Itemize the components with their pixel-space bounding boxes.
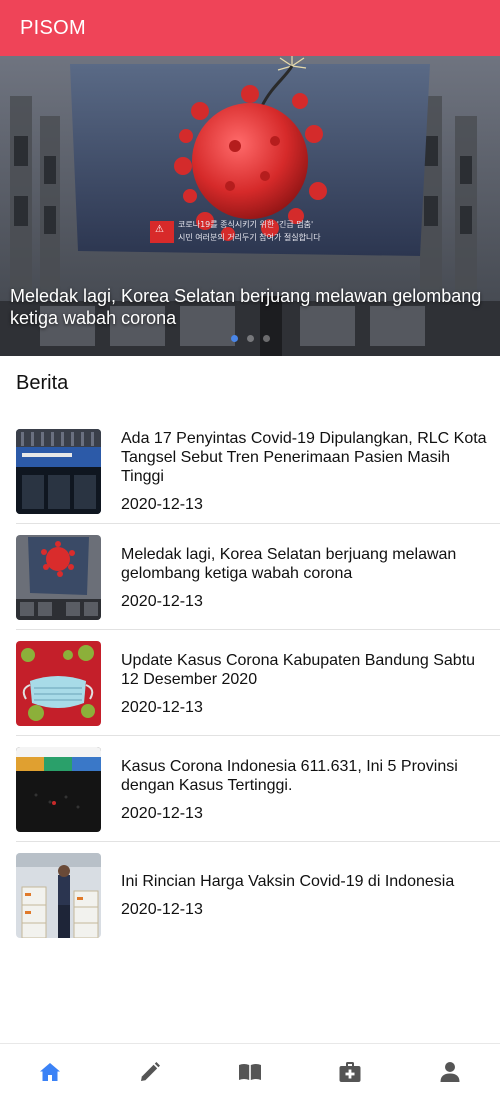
news-date: 2020-12-13 — [121, 496, 203, 513]
news-title[interactable]: Kasus Corona Indonesia 611.631, Ini 5 Pr… — [121, 757, 491, 795]
nav-health[interactable] — [300, 1044, 400, 1100]
carousel-dot[interactable] — [262, 335, 270, 342]
news-item[interactable]: Ini Rincian Harga Vaksin Covid-19 di Ind… — [16, 842, 500, 948]
nav-write[interactable] — [100, 1044, 200, 1100]
carousel-dot[interactable] — [230, 335, 238, 342]
news-date: 2020-12-13 — [121, 592, 203, 610]
hero-carousel[interactable]: ⚠ 코로나19를 종식시키기 위한 '긴급 멈춤' 시민 여러분의 거리두기 참… — [0, 56, 500, 356]
news-list: Ada 17 Penyintas Covid-19 Dipulangkan, R… — [0, 418, 500, 948]
pencil-icon — [141, 1062, 160, 1081]
news-thumbnail — [16, 429, 101, 514]
user-icon — [440, 1062, 460, 1082]
news-title[interactable]: Meledak lagi, Korea Selatan berjuang mel… — [121, 545, 491, 583]
book-icon — [239, 1064, 261, 1080]
app-title: PISOM — [20, 16, 86, 39]
news-thumbnail — [16, 747, 101, 832]
nav-profile[interactable] — [400, 1044, 500, 1100]
news-item[interactable]: Ada 17 Penyintas Covid-19 Dipulangkan, R… — [16, 418, 500, 524]
news-item[interactable]: Kasus Corona Indonesia 611.631, Ini 5 Pr… — [16, 736, 500, 842]
news-title[interactable]: Ada 17 Penyintas Covid-19 Dipulangkan, R… — [121, 429, 491, 486]
nav-read[interactable] — [200, 1044, 300, 1100]
news-thumbnail — [16, 641, 101, 726]
news-item[interactable]: Update Kasus Corona Kabupaten Bandung Sa… — [16, 630, 500, 736]
hero-caption[interactable]: Meledak lagi, Korea Selatan berjuang mel… — [10, 285, 490, 329]
news-date: 2020-12-13 — [121, 804, 203, 822]
nav-home[interactable] — [0, 1044, 100, 1100]
news-thumbnail — [16, 535, 101, 620]
carousel-dot[interactable] — [246, 335, 254, 342]
news-thumbnail — [16, 853, 101, 938]
home-icon — [40, 1063, 60, 1081]
carousel-indicators — [0, 335, 500, 342]
section-title: Berita — [16, 372, 69, 394]
news-title[interactable]: Update Kasus Corona Kabupaten Bandung Sa… — [121, 651, 491, 689]
news-item[interactable]: Meledak lagi, Korea Selatan berjuang mel… — [16, 524, 500, 630]
bottom-navigation — [0, 1043, 500, 1100]
app-bar: PISOM — [0, 0, 500, 56]
news-date: 2020-12-13 — [121, 901, 203, 918]
news-title[interactable]: Ini Rincian Harga Vaksin Covid-19 di Ind… — [121, 872, 491, 891]
news-date: 2020-12-13 — [121, 698, 203, 716]
svg-text:⚠: ⚠ — [155, 224, 164, 235]
medkit-icon — [339, 1062, 361, 1082]
